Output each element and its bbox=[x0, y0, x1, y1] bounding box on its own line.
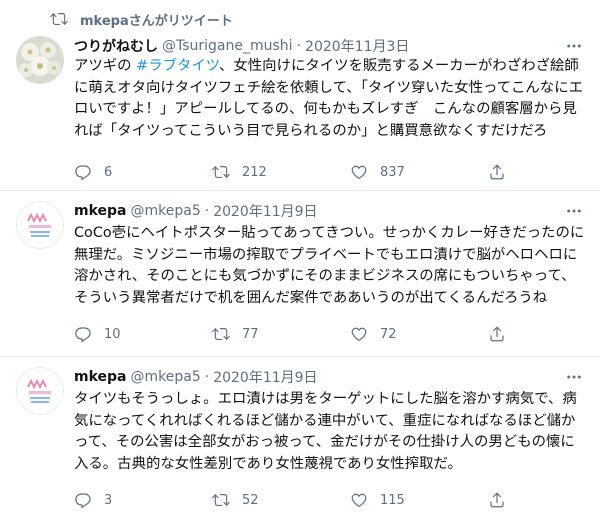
heart-icon bbox=[351, 165, 367, 180]
retweet-button[interactable]: 77 bbox=[212, 324, 350, 344]
tweet-1[interactable]: mkepaさんがリツイート つりがねむし @Tsurigane_mushi · … bbox=[0, 0, 600, 191]
heart-icon bbox=[351, 327, 367, 342]
like-count: 115 bbox=[380, 492, 405, 508]
retweet-icon bbox=[212, 494, 230, 506]
avatar[interactable] bbox=[16, 36, 64, 84]
reply-button[interactable]: 6 bbox=[74, 162, 212, 182]
tweet-actions: 10 77 72 bbox=[74, 324, 544, 344]
hashtag-link[interactable]: #ラブタイツ bbox=[136, 58, 219, 74]
share-button[interactable] bbox=[488, 324, 528, 344]
share-icon bbox=[490, 492, 504, 508]
retweet-count: 212 bbox=[242, 164, 267, 180]
retweet-count: 77 bbox=[242, 326, 259, 342]
tweet-header: mkepa @mkepa5 · 2020年11月9日 bbox=[74, 201, 584, 221]
retweet-count: 52 bbox=[242, 492, 259, 508]
tweet-text: CoCo壱にヘイトポスター貼ってあってきつい。せっかくカレー好きだったのに無理だ… bbox=[74, 225, 585, 306]
retweet-button[interactable]: 212 bbox=[212, 162, 350, 182]
avatar-illustration-image bbox=[16, 201, 64, 249]
retweet-indicator-text[interactable]: mkepaさんがリツイート bbox=[80, 10, 233, 29]
tweet-3[interactable]: mkepa @mkepa5 · 2020年11月9日 タイツもそうっしょ。エロ漬… bbox=[0, 357, 600, 522]
share-button[interactable] bbox=[488, 490, 528, 510]
share-icon bbox=[490, 326, 504, 342]
like-button[interactable]: 72 bbox=[350, 324, 488, 344]
user-handle[interactable]: @Tsurigane_mushi bbox=[162, 38, 293, 54]
tweet-2[interactable]: mkepa @mkepa5 · 2020年11月9日 CoCo壱にヘイトポスター… bbox=[0, 191, 600, 357]
user-handle[interactable]: @mkepa5 bbox=[131, 369, 201, 385]
like-count: 72 bbox=[380, 326, 397, 342]
retweet-icon bbox=[212, 166, 230, 178]
more-icon[interactable] bbox=[564, 36, 584, 56]
user-handle[interactable]: @mkepa5 bbox=[131, 203, 201, 219]
retweet-icon bbox=[50, 13, 68, 25]
avatar[interactable] bbox=[16, 201, 64, 249]
more-icon[interactable] bbox=[564, 201, 584, 221]
like-button[interactable]: 837 bbox=[350, 162, 488, 182]
retweet-button[interactable]: 52 bbox=[212, 490, 350, 510]
avatar[interactable] bbox=[16, 367, 64, 415]
share-button[interactable] bbox=[488, 162, 528, 182]
tweet-text: アツギの #ラブタイツ、女性向けにタイツを販売するメーカーがわざわざ絵師に萌えオ… bbox=[74, 56, 586, 142]
retweet-indicator: mkepaさんがリツイート bbox=[50, 10, 233, 29]
display-name[interactable]: mkepa bbox=[74, 203, 127, 219]
avatar-flowers-image bbox=[16, 36, 64, 84]
separator-dot: · bbox=[204, 369, 210, 385]
tweet-date[interactable]: 2020年11月9日 bbox=[213, 201, 317, 221]
heart-icon bbox=[351, 493, 367, 508]
tweet-text: タイツもそうっしょ。エロ漬けは男をターゲットにした脳を溶かす病気で、病気になって… bbox=[74, 391, 577, 472]
reply-button[interactable]: 3 bbox=[74, 490, 212, 510]
like-count: 837 bbox=[380, 164, 405, 180]
separator-dot: · bbox=[204, 203, 210, 219]
reply-count: 10 bbox=[104, 326, 121, 342]
tweet-header: つりがねむし @Tsurigane_mushi · 2020年11月3日 bbox=[74, 36, 584, 56]
reply-icon bbox=[75, 327, 91, 343]
tweet-header: mkepa @mkepa5 · 2020年11月9日 bbox=[74, 367, 584, 387]
reply-button[interactable]: 10 bbox=[74, 324, 212, 344]
separator-dot: · bbox=[296, 38, 302, 54]
like-button[interactable]: 115 bbox=[350, 490, 488, 510]
reply-icon bbox=[75, 165, 91, 181]
tweet-actions: 3 52 115 bbox=[74, 490, 544, 510]
avatar-illustration-image bbox=[16, 367, 64, 415]
tweet-text-part: アツギの bbox=[74, 58, 137, 74]
more-icon[interactable] bbox=[564, 367, 584, 387]
display-name[interactable]: mkepa bbox=[74, 369, 127, 385]
tweet-date[interactable]: 2020年11月9日 bbox=[213, 367, 317, 387]
reply-icon bbox=[75, 493, 91, 509]
reply-count: 3 bbox=[104, 492, 113, 508]
tweet-date[interactable]: 2020年11月3日 bbox=[305, 36, 409, 56]
tweet-actions: 6 212 837 bbox=[74, 162, 544, 182]
retweet-icon bbox=[212, 328, 230, 340]
display-name[interactable]: つりがねむし bbox=[74, 36, 158, 56]
share-icon bbox=[490, 164, 504, 180]
reply-count: 6 bbox=[104, 164, 113, 180]
